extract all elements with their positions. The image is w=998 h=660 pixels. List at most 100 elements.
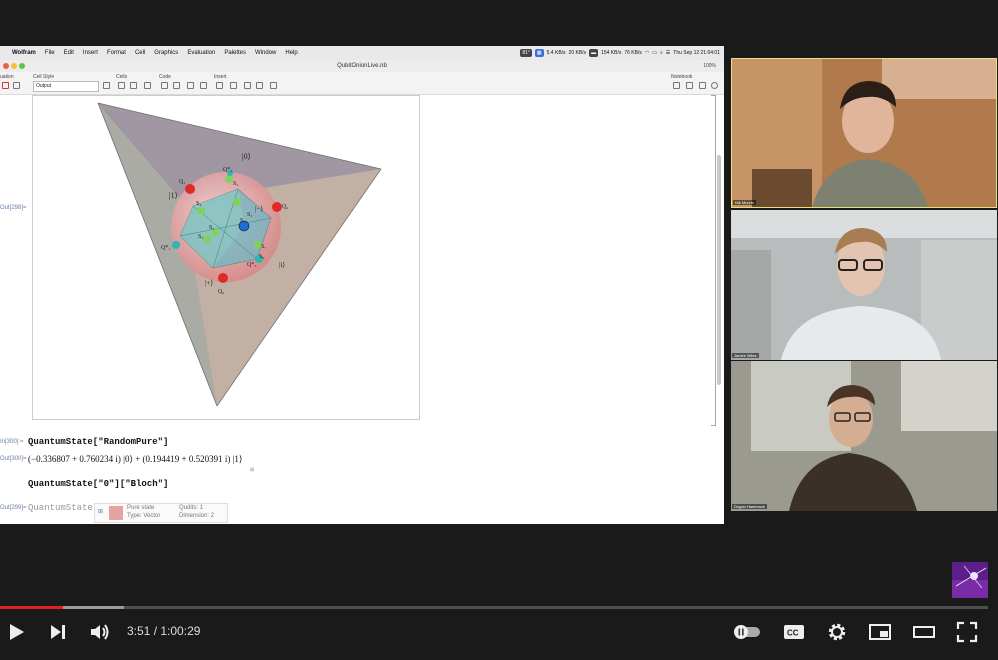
cloud-icon[interactable] — [686, 82, 693, 89]
s8-label: S₈ — [259, 254, 264, 260]
abort-icon[interactable] — [2, 82, 9, 89]
insert-pen-icon[interactable] — [244, 82, 251, 89]
qubit-onion-graphic[interactable]: |0⟩ |1⟩ |−⟩ |i⟩ |+⟩ Q₁ Q₂ Q₃ Q*₂ Q*₁ Q*₃… — [32, 95, 420, 420]
settings-gear-icon[interactable] — [825, 620, 849, 644]
code-init-icon[interactable] — [187, 82, 194, 89]
time-separator: / — [150, 624, 161, 638]
input-code-2[interactable]: QuantumState["0"]["Bloch"] — [28, 479, 168, 489]
cell-group-icon[interactable] — [103, 82, 110, 89]
cell-insertion-icon[interactable]: ⊞ — [250, 467, 254, 473]
notebook-title: QubitOnionLive.nb — [337, 63, 387, 69]
progress-track[interactable] — [0, 606, 988, 609]
cell-bracket[interactable] — [711, 95, 716, 426]
layout-icon[interactable] — [699, 82, 706, 89]
menu-graphics[interactable]: Graphics — [154, 50, 178, 56]
s3-label: S₃ — [247, 212, 252, 218]
menu-evaluation[interactable]: Evaluation — [187, 50, 215, 56]
notebook-toolbar: uation Cell Style Output Cells Code Inse… — [0, 72, 724, 95]
out298-label: Out[298]= — [0, 205, 27, 211]
temperature-badge[interactable]: 81° — [520, 49, 532, 57]
insert-table-icon[interactable] — [230, 82, 237, 89]
insert-link-icon[interactable] — [256, 82, 263, 89]
play-icon[interactable] — [4, 620, 28, 644]
q2-label: Q₂ — [282, 204, 288, 210]
miniplayer-icon[interactable] — [868, 620, 892, 644]
expand-icon[interactable]: ⊞ — [98, 508, 103, 515]
out299-head: QuantumState — [28, 503, 93, 513]
out300-result: (−0.336807 + 0.760234 i) |0⟩ + (0.194419… — [28, 454, 243, 464]
fullscreen-icon[interactable] — [955, 620, 979, 644]
code-move-icon[interactable] — [161, 82, 168, 89]
close-window-icon[interactable] — [3, 63, 9, 69]
insert-image-icon[interactable] — [270, 82, 277, 89]
toolbar-code-label: Code — [159, 74, 171, 80]
search-icon[interactable]: ⌕ — [660, 50, 663, 56]
keti-label: |i⟩ — [279, 261, 285, 269]
search-icon[interactable] — [711, 82, 718, 89]
insert-math-icon[interactable] — [216, 82, 223, 89]
cell-divide-icon[interactable] — [118, 82, 125, 89]
theater-mode-icon[interactable] — [912, 620, 936, 644]
status-area: 81° ▦ 5.4 KB/s 20 KB/s ▬ 154 KB/s 76 KB/… — [520, 46, 720, 60]
menu-help[interactable]: Help — [285, 50, 297, 56]
cpu-icon[interactable]: ▦ — [534, 49, 544, 57]
summary-qudits: Qudits: 1 — [179, 505, 204, 511]
menu-palettes[interactable]: Palettes — [224, 50, 246, 56]
s7-label: S₇ — [261, 244, 266, 250]
battery-icon[interactable]: ▭ — [652, 50, 657, 56]
subtitles-icon[interactable]: CC — [782, 620, 806, 644]
cell-style-dropdown[interactable]: Output — [33, 81, 99, 92]
comment-icon[interactable] — [673, 82, 680, 89]
ketplus-label: |+⟩ — [205, 279, 213, 287]
disk-read: 154 KB/s — [601, 50, 622, 56]
cell-delete-icon[interactable] — [144, 82, 151, 89]
out299-label: Out[299]= — [0, 505, 27, 511]
wifi-icon[interactable]: ◠ — [645, 50, 649, 56]
code-run-icon[interactable] — [173, 82, 180, 89]
menu-format[interactable]: Format — [107, 50, 126, 56]
quantum-state-summary[interactable]: ⊞ Pure state Type: Vector Qudits: 1 Dime… — [94, 503, 228, 523]
cell-merge-icon[interactable] — [130, 82, 137, 89]
participant-video-2 — [731, 210, 997, 360]
duration: 1:00:29 — [160, 624, 201, 638]
out300-label: Out[300]= — [0, 456, 27, 462]
participant-tile-2[interactable]: James Wiles — [731, 210, 997, 360]
ket1-label: |1⟩ — [169, 191, 178, 200]
autoplay-toggle-icon[interactable] — [732, 620, 762, 644]
menu-clock[interactable]: Thu Sep 12 21:04:01 — [673, 50, 720, 56]
q3star-label: Q*₃ — [247, 262, 256, 268]
channel-logo[interactable] — [952, 562, 988, 598]
summary-dimension: Dimension: 2 — [179, 513, 215, 519]
next-icon[interactable] — [46, 620, 70, 644]
toolbar-cellstyle-label: Cell Style — [33, 74, 55, 80]
ket0-label: |0⟩ — [242, 152, 251, 161]
code-wrap-icon[interactable] — [200, 82, 207, 89]
notebook-scrollbar[interactable] — [717, 155, 721, 385]
menu-file[interactable]: File — [45, 50, 55, 56]
net-download: 20 KB/s — [568, 50, 587, 56]
evaluate-icon[interactable] — [13, 82, 20, 89]
control-center-icon[interactable]: ☰ — [666, 50, 670, 56]
q3-label: Q₃ — [218, 289, 224, 295]
menu-edit[interactable]: Edit — [64, 50, 74, 56]
menu-insert[interactable]: Insert — [83, 50, 98, 56]
menu-app-name[interactable]: Wolfram — [12, 50, 36, 56]
summary-state: Pure state — [127, 505, 155, 511]
zoom-level[interactable]: 100% — [703, 60, 716, 72]
volume-icon[interactable] — [88, 620, 112, 644]
menu-window[interactable]: Window — [255, 50, 276, 56]
participant-tile-1[interactable]: Nik Murzin — [731, 58, 997, 208]
zoom-window-icon[interactable] — [19, 63, 25, 69]
menu-cell[interactable]: Cell — [135, 50, 145, 56]
in300-code[interactable]: QuantumState["RandomPure"] — [28, 437, 168, 447]
s4-label: S₄ — [196, 201, 201, 207]
participant-name-2: James Wiles — [732, 353, 759, 358]
svg-text:CC: CC — [787, 629, 799, 638]
notebook-content: Out[298]= |0⟩ |1⟩ |−⟩ |i⟩ |+⟩ Q₁ Q₂ Q₃ Q… — [0, 95, 724, 524]
q2star-label: Q*₂ — [223, 167, 232, 173]
participant-tile-3[interactable]: Dugan Hammock — [731, 361, 997, 511]
minimize-window-icon[interactable] — [11, 63, 17, 69]
in300-label: In[300]:= — [0, 439, 24, 445]
participant-name-3: Dugan Hammock — [732, 504, 767, 509]
memory-icon[interactable]: ▬ — [589, 49, 599, 57]
